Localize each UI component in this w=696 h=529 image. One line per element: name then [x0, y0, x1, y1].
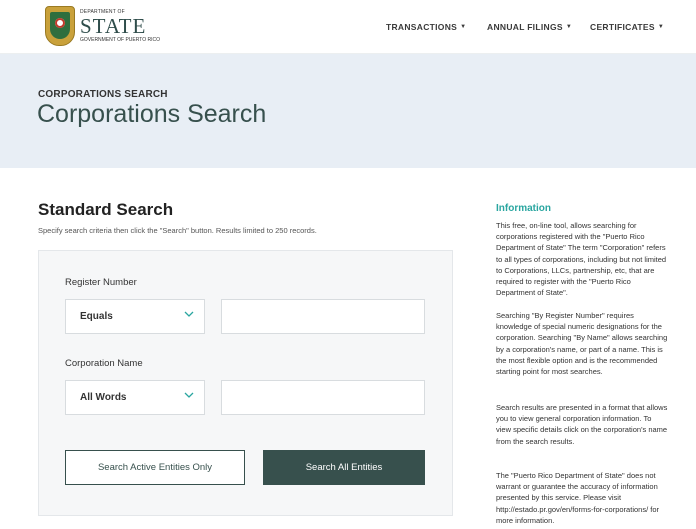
nav-transactions-label: TRANSACTIONS: [386, 22, 458, 32]
chevron-down-icon: [184, 392, 194, 398]
standard-search-title: Standard Search: [38, 200, 174, 219]
puerto-rico-seal-icon: [45, 6, 75, 46]
chevron-down-icon: [184, 311, 194, 317]
banner-eyebrow: CORPORATIONS SEARCH: [38, 89, 168, 100]
logo-line2: STATE: [80, 13, 147, 38]
register-number-label: Register Number: [65, 277, 137, 288]
nav-transactions[interactable]: TRANSACTIONS ▼: [386, 0, 466, 54]
logo-text: DEPARTMENT OF STATE GOVERNMENT OF PUERTO…: [80, 9, 161, 43]
register-number-operator-select[interactable]: Equals: [65, 299, 205, 334]
caret-down-icon: ▼: [657, 24, 665, 30]
nav-annual-filings[interactable]: ANNUAL FILINGS ▼: [487, 0, 572, 54]
nav-annual-filings-label: ANNUAL FILINGS: [487, 22, 563, 32]
register-number-operator-value: Equals: [80, 311, 113, 322]
corporation-name-operator-select[interactable]: All Words: [65, 380, 205, 415]
page-title: Corporations Search: [37, 100, 267, 128]
info-paragraph: This free, on-line tool, allows searchin…: [496, 221, 667, 298]
department-of-state-logo[interactable]: DEPARTMENT OF STATE GOVERNMENT OF PUERTO…: [45, 6, 160, 46]
caret-down-icon: ▼: [565, 24, 573, 30]
info-paragraph: The "Puerto Rico Department of State" do…: [496, 471, 659, 525]
page-banner: CORPORATIONS SEARCH Corporations Search: [0, 54, 696, 168]
standard-search-subtitle: Specify search criteria then click the "…: [38, 226, 317, 235]
register-number-input[interactable]: [221, 299, 425, 334]
search-active-entities-button[interactable]: Search Active Entities Only: [65, 450, 245, 485]
info-paragraph: Search results are presented in a format…: [496, 403, 668, 446]
logo-line3: GOVERNMENT OF PUERTO RICO: [80, 36, 161, 43]
search-all-entities-label: Search All Entities: [305, 462, 383, 473]
nav-certificates[interactable]: CERTIFICATES ▼: [590, 0, 664, 54]
information-title: Information: [496, 203, 551, 214]
search-all-entities-button[interactable]: Search All Entities: [263, 450, 425, 485]
caret-down-icon: ▼: [460, 24, 467, 30]
corporation-name-input[interactable]: [221, 380, 425, 415]
site-header: DEPARTMENT OF STATE GOVERNMENT OF PUERTO…: [0, 0, 696, 54]
info-paragraph: Searching "By Register Number" requires …: [496, 311, 668, 377]
nav-certificates-label: CERTIFICATES: [590, 22, 655, 32]
corporation-name-operator-value: All Words: [80, 392, 127, 403]
search-form-card: Register Number Equals Corporation Name …: [38, 250, 453, 516]
search-active-entities-label: Search Active Entities Only: [97, 462, 213, 473]
corporation-name-label: Corporation Name: [65, 358, 143, 369]
